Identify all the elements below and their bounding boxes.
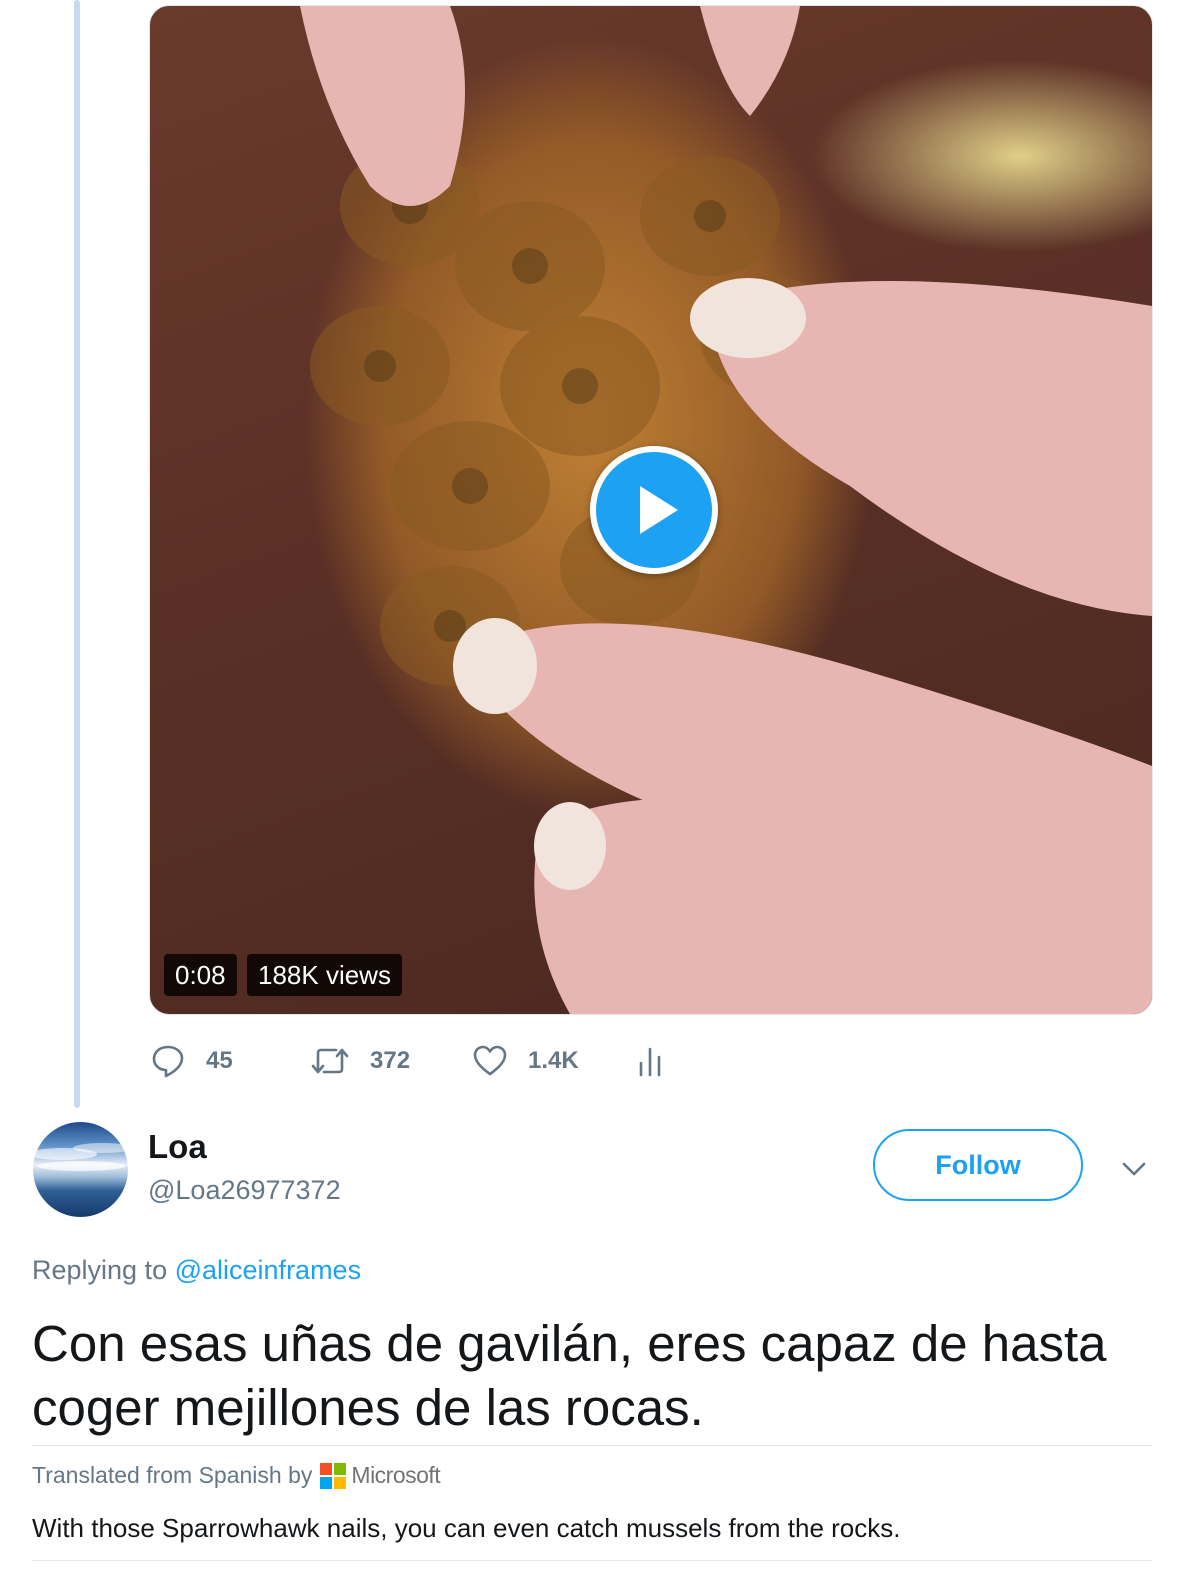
reply-button[interactable]: 45 — [150, 1036, 233, 1086]
tweet-text: Con esas uñas de gavilán, eres capaz de … — [32, 1315, 1107, 1436]
microsoft-logo-icon — [320, 1462, 347, 1489]
translation-attribution: Translated from Spanish by Microsoft — [32, 1462, 441, 1489]
like-button[interactable]: 1.4K — [472, 1036, 579, 1086]
retweet-count: 372 — [370, 1047, 411, 1074]
replying-to: Replying to @aliceinframes — [32, 1255, 361, 1286]
replying-prefix: Replying to — [32, 1255, 168, 1285]
analytics-icon — [639, 1047, 661, 1077]
translated-by-label: Translated from Spanish by — [32, 1462, 313, 1488]
user-handle[interactable]: @Loa26977372 — [148, 1175, 341, 1206]
video-view-count: 188K views — [247, 954, 402, 996]
follow-button[interactable]: Follow — [873, 1129, 1083, 1201]
video-duration: 0:08 — [164, 954, 237, 996]
replying-to-link[interactable]: @aliceinframes — [175, 1255, 361, 1285]
video-player[interactable] — [149, 5, 1153, 1015]
play-button[interactable] — [590, 446, 718, 574]
translated-text: With those Sparrowhawk nails, you can ev… — [32, 1513, 901, 1543]
divider — [32, 1445, 1152, 1446]
retweet-icon — [311, 1048, 349, 1074]
divider — [32, 1560, 1152, 1561]
chevron-down-icon[interactable] — [1120, 1155, 1148, 1183]
thread-line — [74, 0, 80, 1108]
retweet-button[interactable]: 372 — [310, 1036, 410, 1086]
play-icon — [640, 486, 678, 534]
like-count: 1.4K — [528, 1047, 579, 1074]
reply-icon — [152, 1045, 184, 1078]
avatar-image — [33, 1143, 128, 1171]
analytics-button[interactable] — [635, 1036, 685, 1086]
reply-count: 45 — [206, 1047, 233, 1074]
translator-name: Microsoft — [351, 1462, 441, 1488]
heart-icon — [473, 1045, 507, 1076]
display-name[interactable]: Loa — [148, 1128, 207, 1166]
avatar[interactable] — [33, 1122, 128, 1217]
